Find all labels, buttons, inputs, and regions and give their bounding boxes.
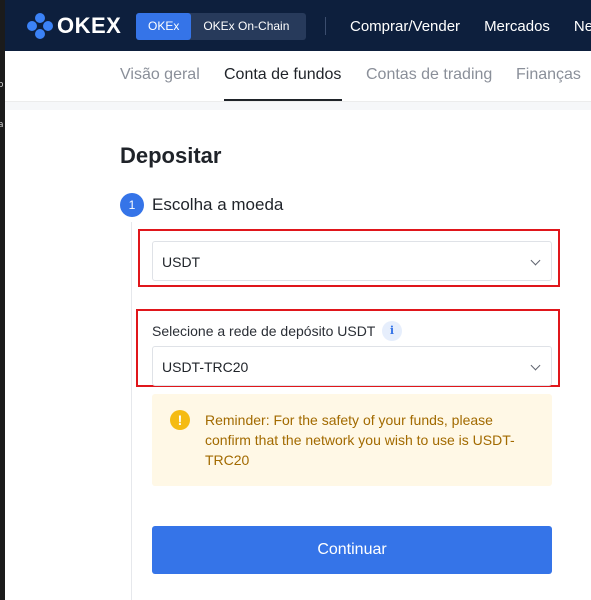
network-select[interactable]: USDT-TRC20: [152, 346, 552, 386]
continue-button[interactable]: Continuar: [152, 526, 552, 574]
currency-select[interactable]: USDT: [152, 241, 552, 281]
tab-financas[interactable]: Finanças: [516, 66, 581, 84]
step-connector-line: [131, 222, 132, 600]
top-header: OKEX OKEx OKEx On-Chain Comprar/Vender M…: [5, 0, 591, 51]
chevron-down-icon: [530, 255, 541, 266]
network-select-value: USDT-TRC20: [162, 359, 249, 375]
edge-glyph: a: [0, 120, 4, 130]
tab-conta-de-fundos[interactable]: Conta de fundos: [224, 66, 341, 84]
account-subnav: Visão geral Conta de fundos Contas de tr…: [5, 51, 591, 102]
tab-contas-de-trading[interactable]: Contas de trading: [366, 66, 492, 84]
section-gap: [5, 102, 591, 110]
network-option-okex-onchain[interactable]: OKEx On-Chain: [191, 13, 301, 40]
nav-item-mercados[interactable]: Mercados: [484, 0, 550, 51]
okex-logo-icon: [27, 13, 53, 39]
network-reminder-box: ! Reminder: For the safety of your funds…: [152, 394, 552, 486]
network-select-label: Selecione a rede de depósito USDT: [152, 323, 376, 339]
nav-item-comprar-vender[interactable]: Comprar/Vender: [350, 0, 460, 51]
network-switch: OKEx OKEx On-Chain: [136, 13, 306, 40]
top-nav: Comprar/Vender Mercados Neg: [350, 0, 591, 51]
header-divider: [325, 17, 326, 35]
info-icon[interactable]: i: [382, 321, 402, 341]
brand-name: OKEX: [57, 13, 122, 38]
nav-item-negociar[interactable]: Neg: [574, 0, 591, 51]
currency-select-value: USDT: [162, 254, 201, 270]
step-number-badge: 1: [120, 193, 144, 217]
step-label: Escolha a moeda: [152, 195, 284, 214]
active-tab-underline: [224, 99, 342, 101]
reminder-text: Reminder: For the safety of your funds, …: [205, 412, 515, 468]
tab-visao-geral[interactable]: Visão geral: [120, 66, 200, 84]
warning-icon: !: [170, 410, 190, 430]
okex-logo[interactable]: OKEX: [27, 13, 121, 39]
page-title: Depositar: [120, 143, 222, 168]
edge-glyph: o: [0, 80, 4, 90]
network-option-okex[interactable]: OKEx: [136, 13, 192, 40]
chevron-down-icon: [530, 360, 541, 371]
